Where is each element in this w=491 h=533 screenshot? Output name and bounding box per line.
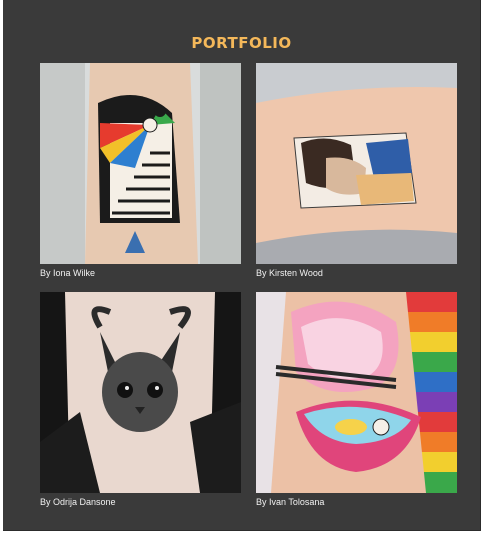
photo-caption: By Kirsten Wood <box>256 268 323 278</box>
tattoo-photo-ramen[interactable] <box>256 292 457 493</box>
tattoo-photo-renaissance[interactable] <box>256 63 457 264</box>
photo-caption: By Odrija Dansone <box>40 497 116 507</box>
photo-caption: By Iona Wilke <box>40 268 96 278</box>
photo-caption: By Ivan Tolosana <box>256 497 325 507</box>
portfolio-title: PORTFOLIO <box>191 34 292 52</box>
tattoo-photo-staircase[interactable] <box>40 63 241 264</box>
portfolio-item[interactable]: By Ivan Tolosana <box>256 292 457 507</box>
portfolio-item[interactable]: By Kirsten Wood <box>256 63 457 278</box>
portfolio-section: PORTFOLIO By Iona Wilke By Kirsten Wood … <box>3 0 481 531</box>
tattoo-photo-horned-cat[interactable] <box>40 292 241 493</box>
portfolio-item[interactable]: By Iona Wilke <box>40 63 241 278</box>
portfolio-item[interactable]: By Odrija Dansone <box>40 292 241 507</box>
